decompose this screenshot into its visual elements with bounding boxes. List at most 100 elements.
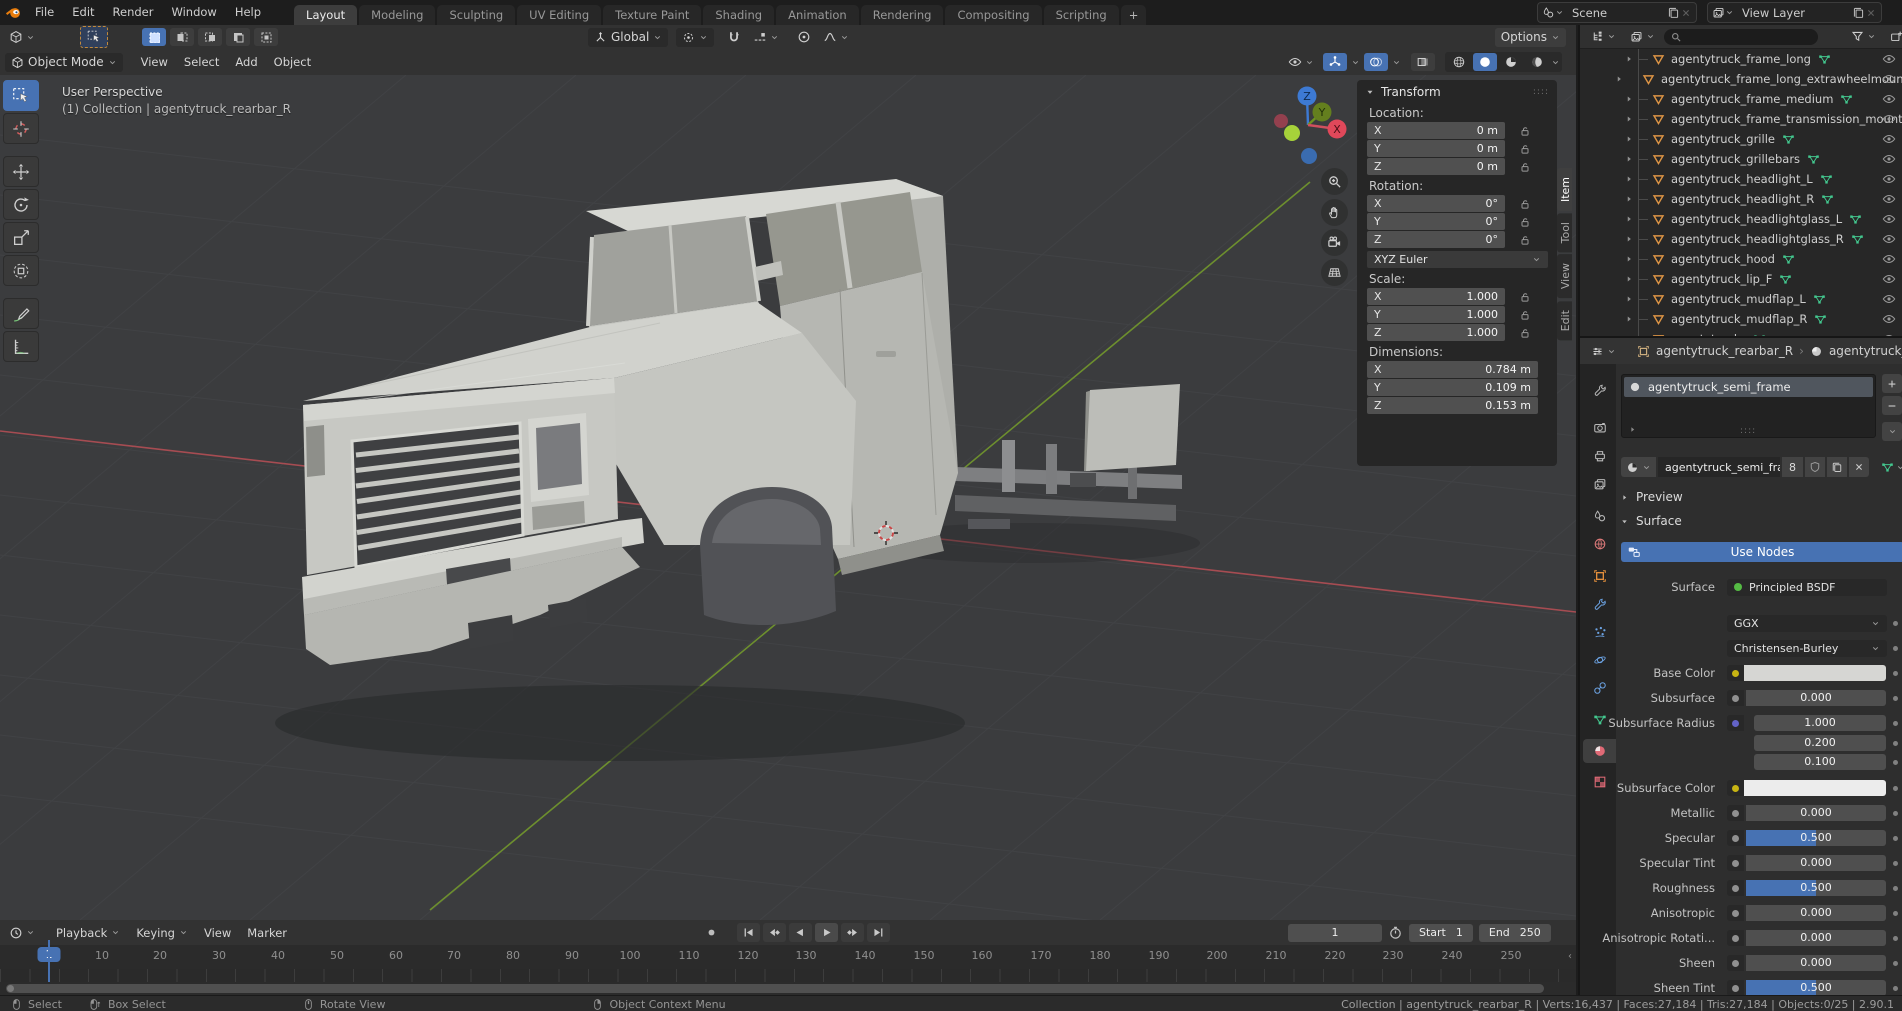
lock-icon[interactable] — [1519, 143, 1531, 155]
expand-icon[interactable] — [1622, 174, 1636, 184]
expand-icon[interactable] — [1622, 314, 1636, 324]
add-workspace-button[interactable]: + — [1121, 5, 1147, 25]
keyframe-dot[interactable] — [1893, 671, 1898, 676]
rotation-x-field[interactable]: X0° — [1367, 195, 1505, 212]
keyframe-dot[interactable] — [1893, 836, 1898, 841]
expand-icon[interactable] — [1622, 274, 1636, 284]
timeline-scrollbar-thumb[interactable] — [6, 984, 1544, 993]
tab-tool-properties[interactable] — [1583, 378, 1616, 402]
hide-eye-icon[interactable] — [1882, 312, 1896, 326]
hide-eye-icon[interactable] — [1882, 52, 1896, 66]
keyframe-dot[interactable] — [1893, 696, 1898, 701]
hide-eye-icon[interactable] — [1882, 252, 1896, 266]
hide-eye-icon[interactable] — [1882, 212, 1896, 226]
lock-icon[interactable] — [1519, 198, 1531, 210]
scale-x-field[interactable]: X1.000 — [1367, 288, 1505, 305]
keyframe-dot[interactable] — [1893, 886, 1898, 891]
shading-wireframe-button[interactable] — [1447, 53, 1471, 71]
tab-item[interactable]: Item — [1557, 168, 1572, 211]
subsurface-slider[interactable]: 0.000 — [1746, 690, 1886, 706]
expand-icon[interactable] — [1622, 94, 1636, 104]
metallic-slider[interactable]: 0.000 — [1746, 805, 1886, 821]
keyframe-dot[interactable] — [1893, 646, 1898, 651]
view-layer-selector[interactable]: View Layer — [1707, 2, 1882, 23]
show-overlays-toggle[interactable] — [1364, 53, 1388, 71]
tab-output-properties[interactable] — [1583, 444, 1616, 468]
menu-help[interactable]: Help — [226, 0, 270, 25]
lock-icon[interactable] — [1519, 309, 1531, 321]
material-slot-selected[interactable]: agentytruck_semi_frame — [1624, 377, 1873, 397]
expand-icon[interactable] — [1622, 54, 1636, 64]
select-mode-extend[interactable] — [170, 28, 194, 46]
hide-eye-icon[interactable] — [1882, 92, 1896, 106]
tab-modifier-properties[interactable] — [1583, 592, 1616, 616]
proportional-falloff-dropdown[interactable] — [818, 28, 854, 46]
hide-eye-icon[interactable] — [1882, 192, 1896, 206]
tab-view[interactable]: View — [1557, 254, 1572, 298]
dimensions-z-field[interactable]: Z0.153 m — [1367, 397, 1538, 414]
anisotropic-slider[interactable]: 0.000 — [1746, 905, 1886, 921]
play-reverse-button[interactable] — [789, 923, 812, 942]
hide-eye-icon[interactable] — [1882, 72, 1896, 86]
sheen-slider[interactable]: 0.000 — [1746, 955, 1886, 971]
jump-to-end-button[interactable] — [867, 923, 890, 942]
tab-layout[interactable]: Layout — [294, 5, 357, 25]
hide-eye-icon[interactable] — [1882, 112, 1896, 126]
new-scene-icon[interactable] — [1667, 6, 1680, 19]
menu-object[interactable]: Object — [266, 55, 319, 69]
timeline-tick-strip[interactable] — [0, 969, 1576, 982]
outliner-row-partial[interactable]: agentytruck_ — [1580, 329, 1902, 336]
tool-annotate[interactable] — [3, 298, 39, 329]
tab-sculpting[interactable]: Sculpting — [437, 5, 515, 25]
timeline-ruler[interactable]: 1 10 20 30 40 50 60 70 80 90 100 110 120… — [0, 945, 1576, 969]
scale-z-field[interactable]: Z1.000 — [1367, 324, 1505, 341]
lock-icon[interactable] — [1519, 291, 1531, 303]
gizmo-dropdown-icon[interactable] — [1351, 58, 1360, 67]
outliner-scene-dropdown[interactable] — [1625, 28, 1660, 45]
remove-material-slot-button[interactable] — [1882, 396, 1902, 415]
outliner-row[interactable]: agentytruck_frame_long — [1580, 49, 1902, 69]
outliner-row[interactable]: agentytruck_hood — [1580, 249, 1902, 269]
tool-scale[interactable] — [3, 222, 39, 253]
specular-slider[interactable]: 0.500 — [1746, 830, 1886, 846]
outliner-row[interactable]: agentytruck_frame_medium — [1580, 89, 1902, 109]
outliner-row[interactable]: agentytruck_grillebars — [1580, 149, 1902, 169]
timeline-editor-type-button[interactable] — [4, 924, 40, 942]
transform-orientation-dropdown[interactable]: Global — [588, 28, 668, 47]
xray-toggle[interactable] — [1411, 53, 1435, 71]
menu-render[interactable]: Render — [104, 0, 163, 25]
new-collection-button[interactable] — [1885, 28, 1902, 45]
browse-material-button[interactable] — [1621, 457, 1656, 477]
menu-view[interactable]: View — [133, 55, 176, 69]
material-users-button[interactable]: 8 — [1782, 457, 1803, 477]
object-visibility-dropdown[interactable] — [1283, 53, 1319, 71]
keyframe-dot[interactable] — [1893, 811, 1898, 816]
panel-grip[interactable]: :::: — [1533, 87, 1549, 97]
slot-list-grip[interactable]: :::: — [1740, 426, 1756, 436]
expand-icon[interactable] — [1622, 134, 1636, 144]
auto-keying-toggle[interactable] — [700, 923, 723, 942]
outliner-display-mode-dropdown[interactable] — [1586, 28, 1621, 45]
shading-material-button[interactable] — [1499, 53, 1523, 71]
properties-editor-type-button[interactable] — [1586, 343, 1621, 360]
snap-settings-dropdown[interactable] — [748, 28, 784, 46]
outliner-row[interactable]: agentytruck_headlight_R — [1580, 189, 1902, 209]
outliner-row[interactable]: agentytruck_headlightglass_R — [1580, 229, 1902, 249]
expand-icon[interactable] — [1622, 114, 1636, 124]
sheen-tint-slider[interactable]: 0.500 — [1746, 980, 1886, 996]
tab-scene-properties[interactable] — [1583, 504, 1616, 528]
gizmo-neg-x-axis[interactable] — [1274, 114, 1288, 128]
material-specials-menu[interactable] — [1882, 422, 1902, 441]
tab-modeling[interactable]: Modeling — [359, 5, 435, 25]
breadcrumb-object[interactable]: agentytruck_rearbar_R — [1656, 344, 1793, 358]
keyframe-dot[interactable] — [1893, 721, 1898, 726]
outliner-filter-dropdown[interactable] — [1846, 28, 1881, 45]
play-button[interactable] — [815, 923, 838, 942]
tab-compositing[interactable]: Compositing — [945, 5, 1041, 25]
active-tool-button[interactable] — [80, 26, 108, 48]
jump-to-start-button[interactable] — [737, 923, 760, 942]
expand-icon[interactable] — [1622, 154, 1636, 164]
gizmo-neg-y-axis[interactable] — [1284, 125, 1300, 141]
overlays-dropdown-icon[interactable] — [1392, 58, 1401, 67]
tab-shading[interactable]: Shading — [703, 5, 774, 25]
